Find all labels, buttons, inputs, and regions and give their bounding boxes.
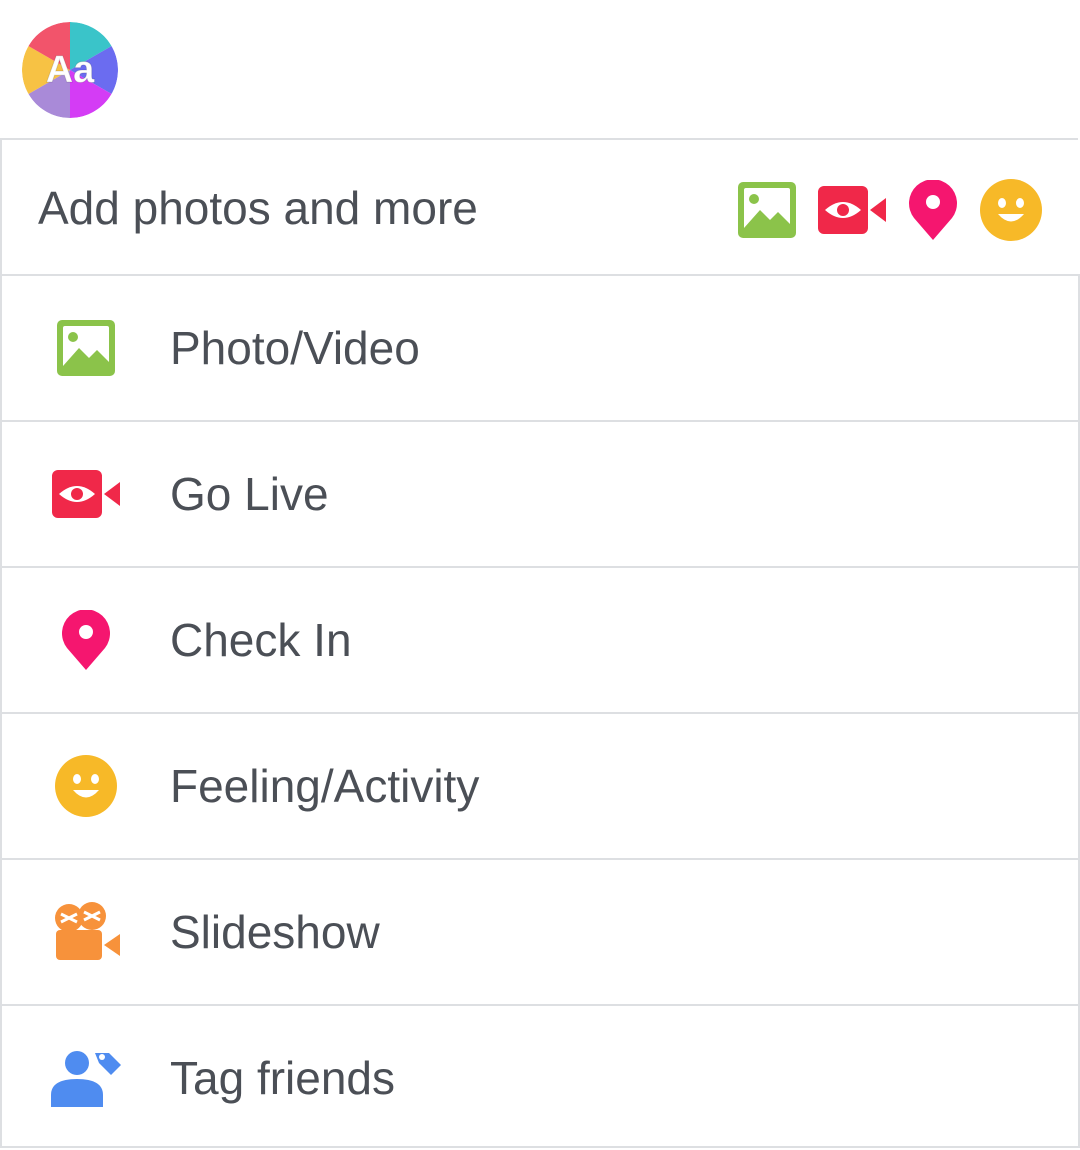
location-pin-icon[interactable] xyxy=(908,180,958,240)
menu-item-feeling-activity[interactable]: Feeling/Activity xyxy=(0,712,1080,858)
menu-item-check-in[interactable]: Check In xyxy=(0,566,1080,712)
text-style-label: Aa xyxy=(46,49,95,91)
photo-icon[interactable] xyxy=(738,182,796,238)
menu-item-go-live[interactable]: Go Live xyxy=(0,420,1080,566)
composer-top-bar: Aa xyxy=(0,0,1080,138)
photo-icon xyxy=(50,316,122,380)
menu-item-slideshow[interactable]: Slideshow xyxy=(0,858,1080,1004)
add-photos-bar[interactable]: Add photos and more xyxy=(0,138,1078,274)
menu-item-label: Photo/Video xyxy=(170,322,420,374)
menu-item-label: Check In xyxy=(170,614,352,666)
smiley-icon xyxy=(50,754,122,818)
smiley-icon[interactable] xyxy=(980,179,1042,241)
location-pin-icon xyxy=(50,608,122,672)
menu-item-photo-video[interactable]: Photo/Video xyxy=(0,274,1080,420)
live-video-icon[interactable] xyxy=(818,186,886,234)
menu-item-label: Slideshow xyxy=(170,906,380,958)
menu-item-tag-friends[interactable]: Tag friends xyxy=(0,1004,1080,1148)
text-style-icon: Aa xyxy=(22,22,118,118)
add-photos-label: Add photos and more xyxy=(38,182,478,234)
add-bar-icons xyxy=(738,179,1042,241)
text-style-button[interactable]: Aa xyxy=(22,22,118,118)
tag-friends-icon xyxy=(50,1046,122,1110)
menu-item-label: Tag friends xyxy=(170,1052,396,1104)
menu-item-label: Feeling/Activity xyxy=(170,760,480,812)
composer-options-menu: Photo/Video Go Live Check In Feeling/Act… xyxy=(0,274,1080,1148)
slideshow-camera-icon xyxy=(50,900,122,964)
menu-item-label: Go Live xyxy=(170,468,329,520)
live-video-icon xyxy=(50,462,122,526)
